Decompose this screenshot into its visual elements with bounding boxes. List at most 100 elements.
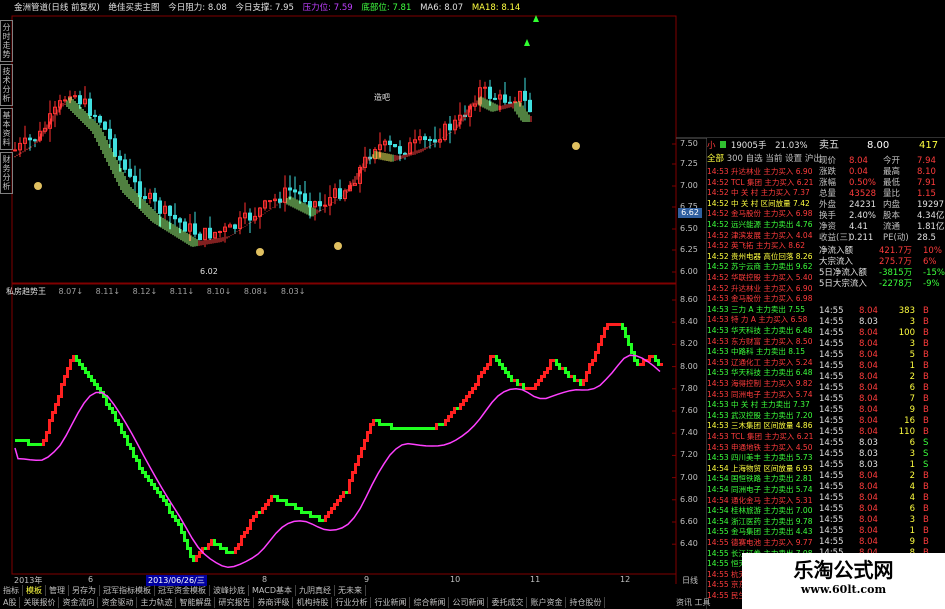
function-tab[interactable]: 持仓股份: [566, 597, 606, 608]
news-item[interactable]: 14:53 海得控制 主力买入 9.82: [707, 378, 812, 389]
info-button[interactable]: 资讯: [676, 598, 692, 607]
news-item[interactable]: 14:52 升达林业 主力买入 6.90: [707, 283, 812, 294]
bottom-tab[interactable]: MACD基本: [249, 585, 296, 596]
news-item[interactable]: 14:53 申通地铁 主力买入 4.50: [707, 442, 812, 453]
news-item[interactable]: 14:52 中 关 村 主力买入 7.37: [707, 187, 810, 198]
side-tab-intraday[interactable]: 分时走势: [0, 20, 13, 62]
bottom-tab[interactable]: 指标: [0, 585, 23, 596]
news-item[interactable]: 14:53 三木集团 区间放量 4.86: [707, 420, 812, 431]
function-tab[interactable]: 行业新闻: [371, 597, 411, 608]
news-item[interactable]: 14:52 远兴能源 主力卖出 4.76: [707, 219, 812, 230]
news-item[interactable]: 14:53 华天科技 主力卖出 6.48: [707, 367, 812, 378]
news-item[interactable]: 14:52 中 关 村 区间放量 7.42: [707, 198, 810, 209]
time-axis-label: 9: [364, 575, 370, 584]
function-tab[interactable]: 综合新闻: [410, 597, 450, 608]
candle-body: [63, 99, 67, 102]
news-item[interactable]: 14:53 东方财富 主力买入 8.50: [707, 336, 812, 347]
news-item[interactable]: 14:54 同洲电子 主力卖出 5.74: [707, 484, 812, 495]
function-tab[interactable]: 券商评级: [254, 597, 294, 608]
news-item[interactable]: 14:53 三力 A 主力卖出 7.55: [707, 304, 805, 315]
news-item[interactable]: 14:53 同洲电子 主力买入 5.74: [707, 389, 812, 400]
news-item[interactable]: 14:52 金马股份 主力买入 6.98: [707, 208, 812, 219]
trade-side: B: [923, 328, 929, 338]
trend-step: [117, 419, 120, 426]
news-item[interactable]: 14:53 升达林业 主力买入 6.90: [707, 166, 812, 177]
trend-step: [15, 439, 18, 442]
news-item[interactable]: 14:52 津滨发展 主力买入 4.04: [707, 230, 812, 241]
panel-tab-watch[interactable]: 自选: [746, 154, 763, 164]
trade-price: 8.04: [859, 405, 878, 415]
bottom-tab[interactable]: 冠军资金模板: [155, 585, 210, 596]
trend-step: [459, 403, 462, 410]
panel-tab-all[interactable]: 全部: [707, 154, 724, 164]
panel-tab-300[interactable]: 300: [727, 154, 743, 164]
indicator-name[interactable]: 绝佳买卖主图: [109, 3, 160, 13]
news-item[interactable]: 14:54 上海物贸 区间放量 6.93: [707, 463, 812, 474]
quote-label: 最低: [883, 178, 901, 188]
trend-step: [126, 435, 129, 446]
news-item[interactable]: 14:53 特 力 A 主力买入 6.58: [707, 314, 807, 325]
function-tab[interactable]: A股: [0, 597, 21, 608]
news-item[interactable]: 14:54 浙江医药 主力卖出 9.78: [707, 516, 812, 527]
function-tab[interactable]: 资金驱动: [98, 597, 138, 608]
up-arrow-icon: [524, 39, 530, 46]
function-tab[interactable]: 账户资金: [527, 597, 567, 608]
news-item[interactable]: 14:53 TCL 集团 主力买入 6.21: [707, 431, 813, 442]
news-item[interactable]: 14:53 中路科 主力卖出 8.15: [707, 346, 805, 357]
news-item[interactable]: 14:54 桂林旅游 主力卖出 7.00: [707, 505, 812, 516]
side-tab-financial[interactable]: 财务分析: [0, 152, 13, 194]
trend-step: [33, 443, 36, 446]
trend-step: [342, 491, 345, 498]
function-tab[interactable]: 关联报价: [20, 597, 60, 608]
function-tab[interactable]: 资金流向: [59, 597, 99, 608]
news-item[interactable]: 14:52 英飞拓 主力买入 8.62: [707, 240, 805, 251]
news-item[interactable]: 14:53 华天科技 主力卖出 6.48: [707, 325, 812, 336]
bottom-tab[interactable]: 九阴真经: [296, 585, 335, 596]
news-item[interactable]: 14:52 贵州电器 高位回落 8.26: [707, 251, 812, 262]
news-item[interactable]: 14:55 金马集团 主力卖出 4.43: [707, 526, 812, 537]
news-item[interactable]: 14:53 四川美丰 主力卖出 5.73: [707, 452, 812, 463]
trend-step: [516, 379, 519, 386]
bottom-tab[interactable]: 无未来: [335, 585, 366, 596]
trend-step: [285, 499, 288, 506]
trade-price: 8.04: [859, 350, 878, 360]
news-list: 14:53 升达林业 主力买入 6.90 14:52 TCL 集团 主力买入 6.…: [707, 166, 817, 606]
time-axis-label: 12: [620, 575, 631, 584]
candle-body: [318, 201, 322, 207]
side-tab-technical[interactable]: 技术分析: [0, 64, 13, 106]
news-item[interactable]: 14:53 中 关 村 主力卖出 7.37: [707, 399, 810, 410]
function-tab[interactable]: 机构持股: [293, 597, 333, 608]
main-axis-label: 7.00: [680, 181, 698, 190]
function-tab[interactable]: 行业分析: [332, 597, 372, 608]
function-tab[interactable]: 委托成交: [488, 597, 528, 608]
candle-body: [208, 227, 212, 239]
news-item[interactable]: 14:53 武汉控股 主力卖出 7.20: [707, 410, 812, 421]
news-item[interactable]: 14:54 通化金马 主力买入 5.31: [707, 495, 812, 506]
tools-button[interactable]: 工具: [695, 598, 711, 607]
trend-step: [144, 471, 147, 478]
bottom-tab[interactable]: 另存为: [69, 585, 100, 596]
trend-step: [276, 495, 279, 502]
panel-tab-settings[interactable]: 设置: [785, 154, 802, 164]
sub-indicator-title[interactable]: 私房趋势王: [6, 287, 46, 296]
trade-price: 8.03: [859, 449, 878, 459]
money-bag-icon: [34, 182, 42, 190]
bottom-tab[interactable]: 模板: [23, 585, 46, 596]
bottom-tab[interactable]: 冠军指标模板: [100, 585, 155, 596]
news-item[interactable]: 14:53 辽通化工 主力买入 5.24: [707, 357, 812, 368]
function-tab[interactable]: 公司新闻: [449, 597, 489, 608]
news-item[interactable]: 14:52 华联控股 主力买入 5.40: [707, 272, 812, 283]
bottom-tab[interactable]: 波峰抄底: [210, 585, 249, 596]
trade-side: B: [923, 361, 929, 371]
function-tab[interactable]: 主力轨迹: [137, 597, 177, 608]
function-tab[interactable]: 智能解盘: [176, 597, 216, 608]
news-item[interactable]: 14:54 国恒铁路 主力卖出 2.81: [707, 473, 812, 484]
panel-tab-current[interactable]: 当前: [765, 154, 782, 164]
news-item[interactable]: 14:52 TCL 集团 主力买入 6.21: [707, 177, 813, 188]
news-item[interactable]: 14:53 金马股份 主力买入 6.98: [707, 293, 812, 304]
function-tab[interactable]: 研究报告: [215, 597, 255, 608]
news-item[interactable]: 14:55 德赛电池 主力买入 9.77: [707, 537, 812, 548]
bottom-tab[interactable]: 管理: [46, 585, 69, 596]
side-tab-fundamental[interactable]: 基本资料: [0, 108, 13, 150]
news-item[interactable]: 14:52 苏宁云商 主力卖出 9.62: [707, 261, 812, 272]
